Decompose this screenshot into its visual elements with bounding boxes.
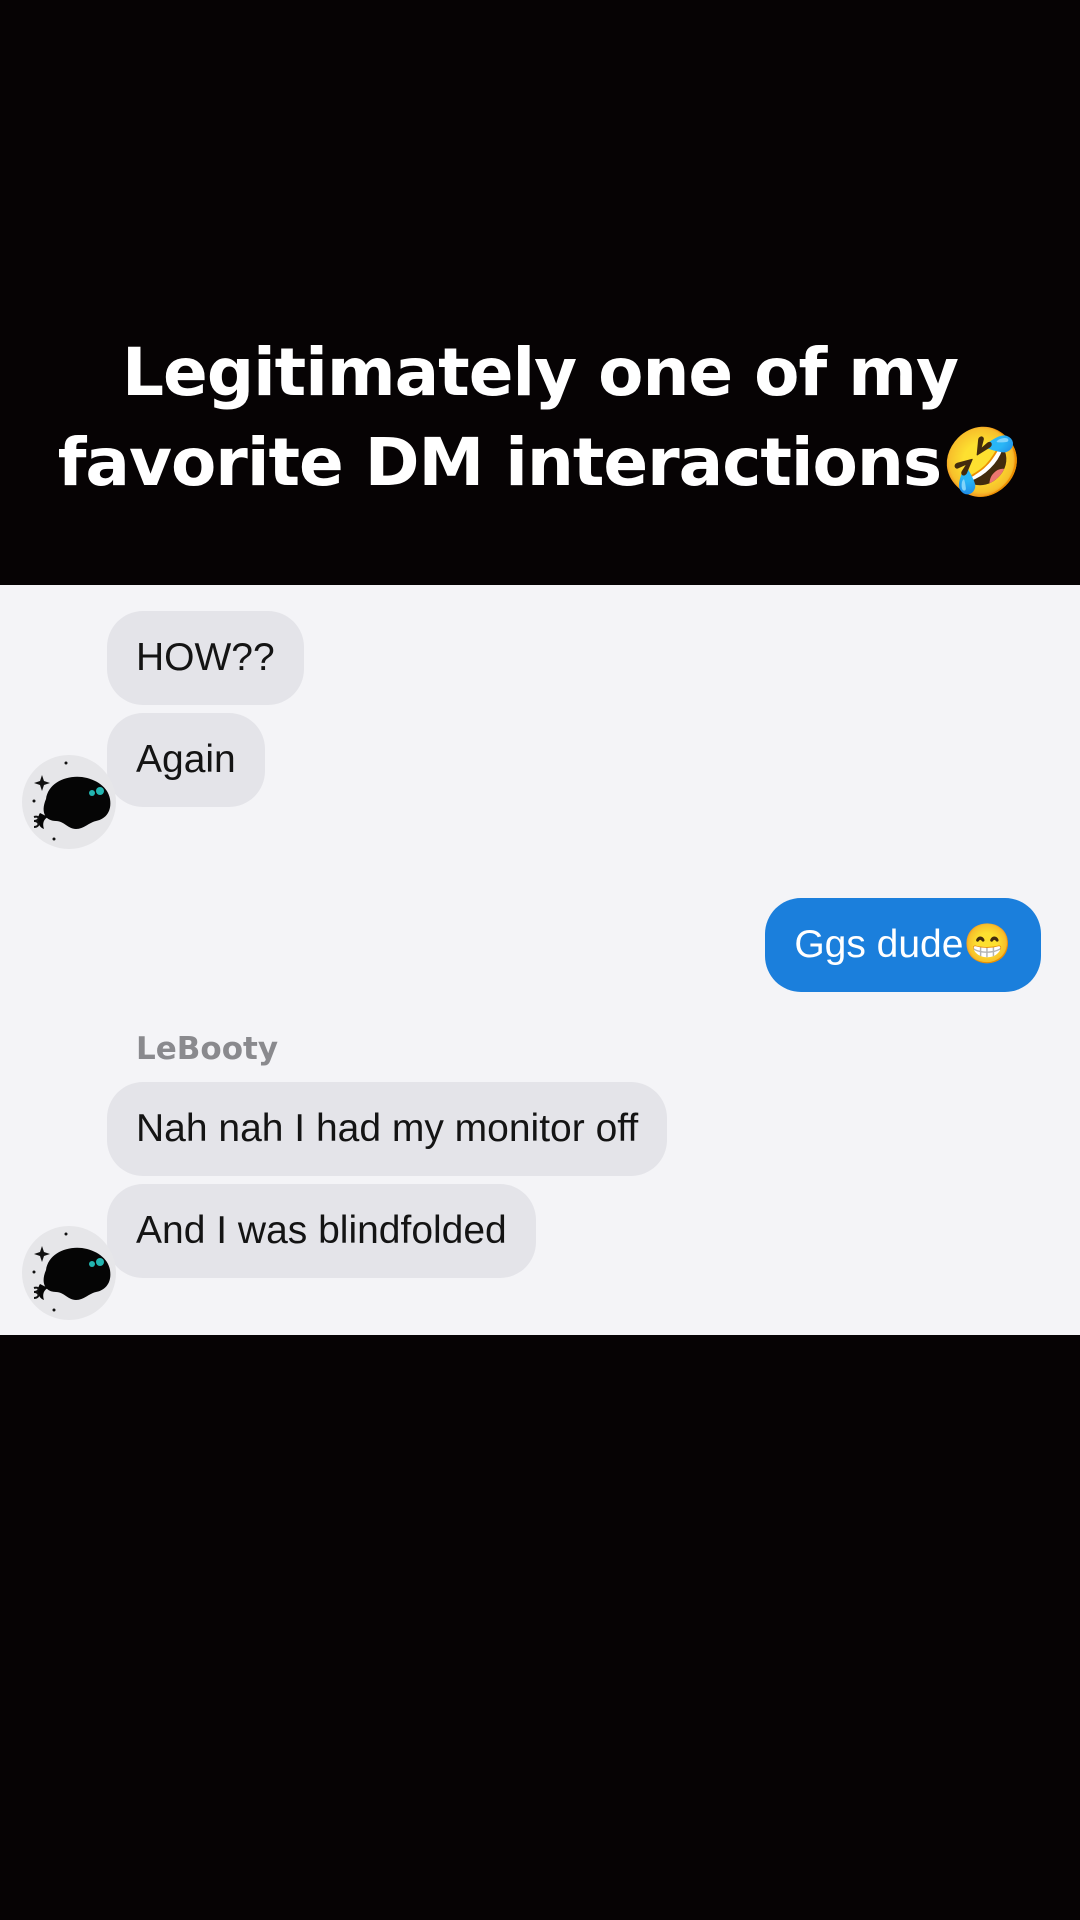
outgoing-message-bubble: Ggs dude😁 xyxy=(765,898,1041,992)
sender-avatar[interactable] xyxy=(22,755,116,849)
ghost-creature-avatar-icon xyxy=(32,761,111,841)
ghost-creature-avatar-icon xyxy=(32,1232,111,1312)
sender-avatar[interactable] xyxy=(22,1226,116,1320)
caption-line-2: favorite DM interactions🤣 xyxy=(57,424,1024,501)
sender-name: LeBooty xyxy=(136,1031,279,1067)
caption-line-1: Legitimately one of my xyxy=(122,334,959,411)
incoming-message-bubble: HOW?? xyxy=(107,611,304,705)
incoming-message-bubble: Again xyxy=(107,713,265,807)
chat-screenshot: HOW?? Again Ggs dude😁 LeBooty Nah nah I … xyxy=(0,585,1080,1335)
incoming-message-bubble: Nah nah I had my monitor off xyxy=(107,1082,668,1176)
incoming-message-bubble: And I was blindfolded xyxy=(107,1184,536,1278)
video-caption: Legitimately one of my favorite DM inter… xyxy=(0,328,1080,508)
